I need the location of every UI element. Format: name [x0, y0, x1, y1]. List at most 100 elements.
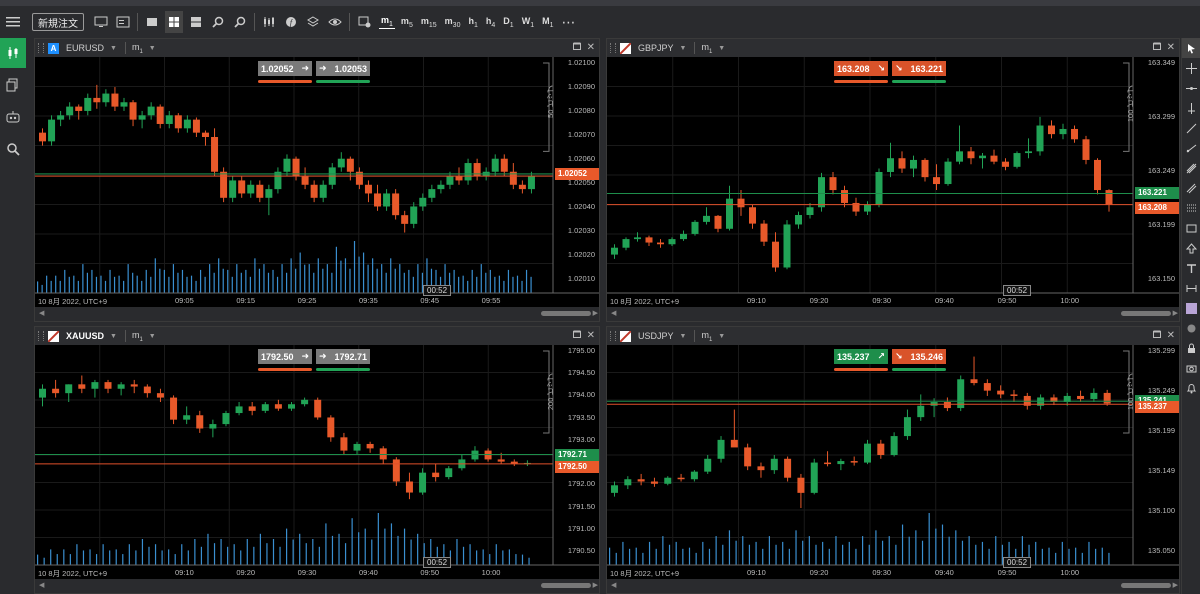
scroll-right-icon[interactable]: ▶	[593, 309, 598, 317]
chart-panel-xauusd[interactable]: XAUUSD ▼ m1 ▼ ✕ 1795.00 1794.50 1794.00 1793.50 1…	[34, 326, 600, 594]
crosshair-icon[interactable]	[1182, 58, 1200, 78]
text-icon[interactable]	[1182, 258, 1200, 278]
timeframe-m15[interactable]: m15	[419, 16, 439, 29]
drag-handle-icon[interactable]	[38, 43, 44, 53]
timeframe-M1[interactable]: M1	[540, 16, 555, 29]
chart-panel-usdjpy[interactable]: USDJPY ▼ m1 ▼ ✕ 135.299 135.249 135.199 135.149 1…	[606, 326, 1180, 594]
toggle-icon[interactable]	[1182, 318, 1200, 338]
close-icon[interactable]: ✕	[587, 330, 595, 341]
bid-button[interactable]: 135.237 ↗	[834, 349, 888, 371]
split-layout-icon[interactable]	[187, 11, 205, 33]
chart-scrollbar[interactable]: ◀ ▶	[607, 579, 1179, 593]
panel-timeframe[interactable]: m1	[694, 329, 712, 343]
panel-timeframe[interactable]: m1	[124, 41, 143, 55]
symbol-dropdown-icon[interactable]: ▼	[110, 333, 117, 340]
rectangle-icon[interactable]	[1182, 218, 1200, 238]
close-icon[interactable]: ✕	[1167, 42, 1175, 53]
drag-handle-icon[interactable]	[610, 43, 616, 53]
pitchfork-icon[interactable]	[1182, 158, 1200, 178]
chart-area[interactable]: 1.02100 1.02090 1.02080 1.02070 1.02060 1.020…	[35, 57, 599, 307]
sidebar-documents[interactable]	[0, 70, 26, 100]
chart-area[interactable]: 135.299 135.249 135.199 135.149 135.100 135.0…	[607, 345, 1179, 579]
sidebar-robot[interactable]	[0, 102, 26, 132]
arrow-up-icon[interactable]	[1182, 238, 1200, 258]
cursor-icon[interactable]	[1182, 38, 1200, 58]
scroll-left-icon[interactable]: ◀	[39, 309, 44, 317]
timeframe-m1[interactable]: m1	[379, 15, 395, 29]
chart-area[interactable]: 163.349 163.299 163.249 163.199 163.150 163.2…	[607, 57, 1179, 307]
ruler-icon[interactable]	[1182, 278, 1200, 298]
timeframe-D1[interactable]: D1	[501, 16, 515, 29]
trend-line-icon[interactable]	[1182, 118, 1200, 138]
panel-timeframe[interactable]: m1	[124, 329, 143, 343]
ask-button[interactable]: ➜ 1.02053	[316, 61, 370, 83]
chart-panel-gbpjpy[interactable]: GBPJPY ▼ m1 ▼ ✕ 163.349 163.299 163.249 163.199 1…	[606, 38, 1180, 322]
timeframe-dropdown-icon[interactable]: ▼	[718, 45, 725, 52]
chart-scrollbar[interactable]: ◀ ▶	[607, 307, 1179, 321]
ask-button[interactable]: ➜ 1792.71	[316, 349, 370, 371]
timeframe-m5[interactable]: m5	[399, 16, 415, 29]
chart-type-icon[interactable]	[260, 11, 278, 33]
maximize-icon[interactable]	[572, 330, 581, 341]
timeframe-dropdown-icon[interactable]: ▼	[149, 45, 156, 52]
close-icon[interactable]: ✕	[1167, 330, 1175, 341]
more-options-icon[interactable]: ⋯	[560, 11, 578, 33]
lock-icon[interactable]	[1182, 338, 1200, 358]
bid-button[interactable]: 163.208 ↘	[834, 61, 888, 83]
timeframe-h4[interactable]: h4	[484, 16, 497, 29]
zoom-out-icon[interactable]	[231, 11, 249, 33]
scroll-right-icon[interactable]: ▶	[593, 581, 598, 589]
indicator-icon[interactable]: f	[282, 11, 300, 33]
bell-icon[interactable]	[1182, 378, 1200, 398]
ask-button[interactable]: ↘ 135.246	[892, 349, 946, 371]
vertical-line-icon[interactable]	[1182, 98, 1200, 118]
symbol-name[interactable]: GBPJPY	[638, 43, 674, 53]
camera-icon[interactable]	[1182, 358, 1200, 378]
close-icon[interactable]: ✕	[587, 42, 595, 53]
single-layout-icon[interactable]	[143, 11, 161, 33]
ray-icon[interactable]	[1182, 138, 1200, 158]
scroll-thumb[interactable]	[1121, 311, 1171, 316]
maximize-icon[interactable]	[572, 42, 581, 53]
panel-timeframe[interactable]: m1	[694, 41, 712, 55]
maximize-icon[interactable]	[1152, 42, 1161, 53]
channel-icon[interactable]	[1182, 178, 1200, 198]
timeframe-dropdown-icon[interactable]: ▼	[718, 333, 725, 340]
scroll-left-icon[interactable]: ◀	[611, 309, 616, 317]
horizontal-line-icon[interactable]	[1182, 78, 1200, 98]
symbol-name[interactable]: EURUSD	[66, 43, 104, 53]
drag-handle-icon[interactable]	[38, 331, 44, 341]
sidebar-charts[interactable]	[0, 38, 26, 68]
chart-area[interactable]: 1795.00 1794.50 1794.00 1793.50 1793.00 1792.…	[35, 345, 599, 579]
scroll-thumb[interactable]	[541, 311, 591, 316]
chart-panel-eurusd[interactable]: A EURUSD ▼ m1 ▼ ✕ 1.02100 1.02090 1.02080 1.02070…	[34, 38, 600, 322]
fibonacci-icon[interactable]	[1182, 198, 1200, 218]
scroll-left-icon[interactable]: ◀	[611, 581, 616, 589]
bid-button[interactable]: 1792.50 ➜	[258, 349, 312, 371]
symbol-dropdown-icon[interactable]: ▼	[680, 333, 687, 340]
eye-icon[interactable]	[326, 11, 344, 33]
scroll-right-icon[interactable]: ▶	[1173, 581, 1178, 589]
scroll-left-icon[interactable]: ◀	[39, 581, 44, 589]
timeframe-W1[interactable]: W1	[520, 16, 536, 29]
color-swatch-icon[interactable]	[1182, 298, 1200, 318]
chart-scrollbar[interactable]: ◀ ▶	[35, 579, 599, 593]
timeframe-m30[interactable]: m30	[443, 16, 463, 29]
scroll-thumb[interactable]	[541, 583, 591, 588]
layout-window-icon[interactable]	[114, 11, 132, 33]
sidebar-search[interactable]	[0, 134, 26, 164]
zoom-in-icon[interactable]	[209, 11, 227, 33]
symbol-dropdown-icon[interactable]: ▼	[680, 45, 687, 52]
timeframe-dropdown-icon[interactable]: ▼	[149, 333, 156, 340]
settings-icon[interactable]	[355, 11, 373, 33]
new-order-button[interactable]: 新規注文	[32, 13, 84, 31]
drag-handle-icon[interactable]	[610, 331, 616, 341]
ask-button[interactable]: ↘ 163.221	[892, 61, 946, 83]
scroll-thumb[interactable]	[1121, 583, 1171, 588]
bid-button[interactable]: 1.02052 ➜	[258, 61, 312, 83]
layers-icon[interactable]	[304, 11, 322, 33]
grid-layout-icon[interactable]	[165, 11, 183, 33]
symbol-name[interactable]: XAUUSD	[66, 331, 104, 341]
scroll-right-icon[interactable]: ▶	[1173, 309, 1178, 317]
symbol-dropdown-icon[interactable]: ▼	[110, 45, 117, 52]
